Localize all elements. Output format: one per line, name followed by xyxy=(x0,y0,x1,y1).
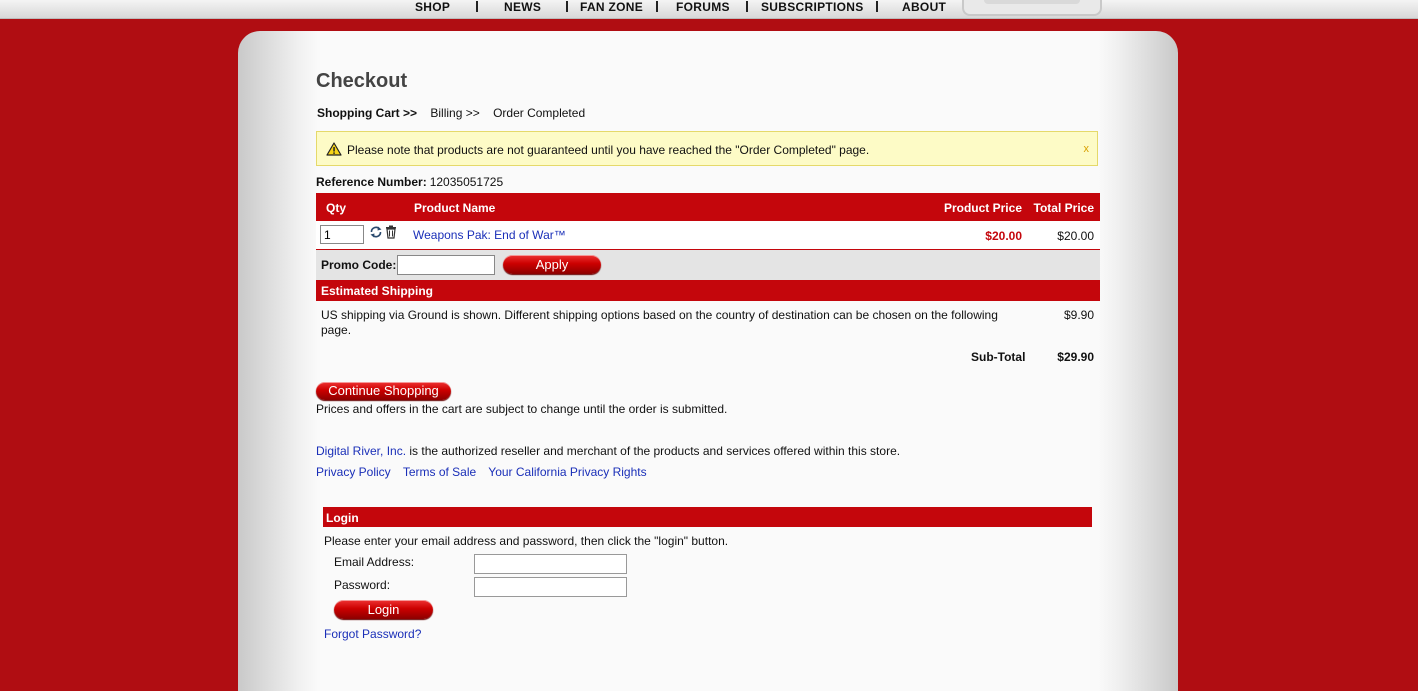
reference-number: Reference Number: 12035051725 xyxy=(316,175,503,189)
privacy-policy-link[interactable]: Privacy Policy xyxy=(316,465,391,479)
continue-shopping-button[interactable]: Continue Shopping xyxy=(316,382,451,400)
reseller-text: is the authorized reseller and merchant … xyxy=(406,444,901,458)
notice-text: Please note that products are not guaran… xyxy=(347,143,870,157)
page-title: Checkout xyxy=(316,70,408,92)
estimated-shipping-heading: Estimated Shipping xyxy=(321,284,434,298)
email-label: Email Address: xyxy=(334,555,415,569)
california-privacy-rights-link[interactable]: Your California Privacy Rights xyxy=(488,465,646,479)
promo-code-row: Promo Code: Apply xyxy=(316,250,1100,280)
warning-icon xyxy=(326,142,342,159)
refresh-icon[interactable] xyxy=(369,225,383,242)
notice-close-button[interactable]: x xyxy=(1084,143,1090,155)
nav-shop[interactable]: SHOP xyxy=(415,0,450,16)
breadcrumb-order-completed: Order Completed xyxy=(493,106,586,120)
nav-separator xyxy=(746,1,748,12)
prices-note: Prices and offers in the cart are subjec… xyxy=(316,402,728,416)
breadcrumb-shopping-cart: Shopping Cart >> xyxy=(317,106,418,120)
main-panel xyxy=(238,31,1178,691)
column-header-qty: Qty xyxy=(326,201,347,215)
notice-banner: Please note that products are not guaran… xyxy=(316,131,1098,166)
nav-about[interactable]: ABOUT xyxy=(902,0,946,16)
nav-separator xyxy=(876,1,878,12)
forgot-password-link[interactable]: Forgot Password? xyxy=(324,627,421,641)
legal-links: Privacy Policy Terms of Sale Your Califo… xyxy=(316,465,656,479)
email-field[interactable] xyxy=(474,554,627,574)
product-link[interactable]: Weapons Pak: End of War™ xyxy=(413,228,566,242)
reference-label: Reference Number: xyxy=(316,175,427,189)
password-label: Password: xyxy=(334,578,391,592)
promo-code-label: Promo Code: xyxy=(321,258,397,272)
breadcrumb-billing: Billing >> xyxy=(430,106,480,120)
subtotal-value: $29.90 xyxy=(1057,350,1094,364)
password-field[interactable] xyxy=(474,577,627,597)
nav-news[interactable]: NEWS xyxy=(504,0,541,16)
trash-icon[interactable] xyxy=(385,225,397,242)
table-row: Weapons Pak: End of War™ $20.00 $20.00 xyxy=(316,221,1100,250)
digital-river-link[interactable]: Digital River, Inc. xyxy=(316,444,406,458)
shipping-description: US shipping via Ground is shown. Differe… xyxy=(321,308,998,337)
top-nav-bar: SHOP NEWS FAN ZONE FORUMS SUBSCRIPTIONS … xyxy=(0,0,1418,19)
total-price: $20.00 xyxy=(1057,229,1094,243)
shipping-price: $9.90 xyxy=(1063,308,1094,322)
product-price: $20.00 xyxy=(985,229,1022,243)
reference-value: 12035051725 xyxy=(429,175,504,189)
column-header-product-price: Product Price xyxy=(943,201,1022,215)
terms-of-sale-link[interactable]: Terms of Sale xyxy=(403,465,476,479)
quantity-input[interactable] xyxy=(320,225,364,244)
breadcrumb: Shopping Cart >> Billing >> Order Comple… xyxy=(317,106,595,120)
cart-table-header: Qty Product Name Product Price Total Pri… xyxy=(316,193,1100,221)
promo-code-input[interactable] xyxy=(397,255,495,275)
nav-forums[interactable]: FORUMS xyxy=(676,0,730,16)
nav-fan-zone[interactable]: FAN ZONE xyxy=(580,0,643,16)
estimated-shipping-header: Estimated Shipping xyxy=(316,280,1100,301)
login-heading: Login xyxy=(326,511,359,525)
column-header-total-price: Total Price xyxy=(1033,201,1094,215)
nav-subscriptions[interactable]: SUBSCRIPTIONS xyxy=(761,0,864,16)
subtotal-label: Sub-Total xyxy=(971,350,1026,364)
nav-separator xyxy=(476,1,478,12)
nav-separator xyxy=(566,1,568,12)
column-header-product-name: Product Name xyxy=(414,201,496,215)
login-header: Login xyxy=(323,507,1092,527)
reseller-statement: Digital River, Inc. is the authorized re… xyxy=(316,444,900,458)
login-instructions: Please enter your email address and pass… xyxy=(324,534,729,548)
nav-account-tab[interactable] xyxy=(962,0,1102,16)
nav-separator xyxy=(656,1,658,12)
apply-button[interactable]: Apply xyxy=(503,255,601,274)
login-button[interactable]: Login xyxy=(334,600,433,619)
